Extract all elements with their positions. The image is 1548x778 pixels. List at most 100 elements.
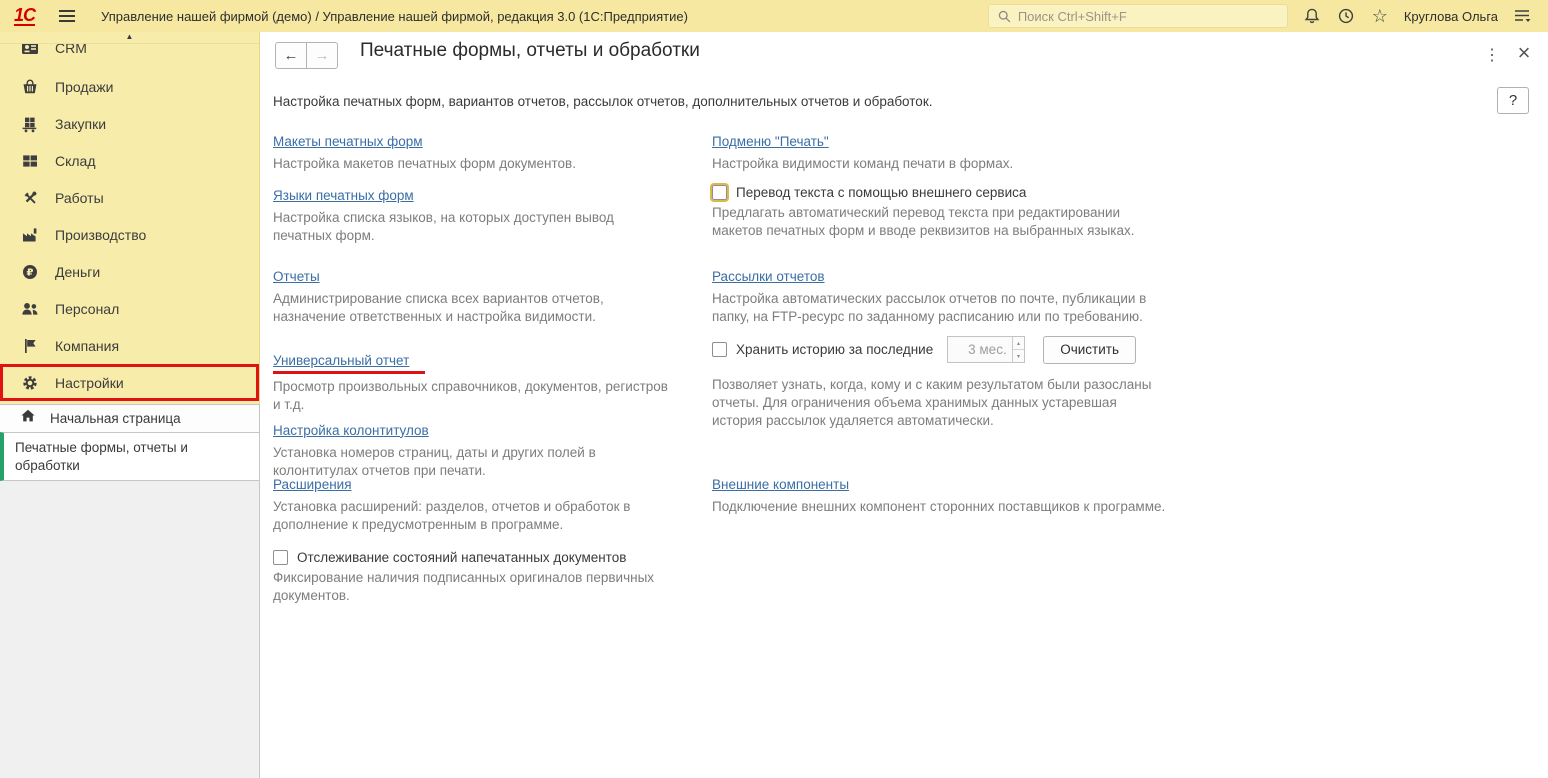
notifications-bell-icon[interactable] bbox=[1302, 6, 1322, 26]
sidebar-item-company[interactable]: Компания bbox=[0, 327, 259, 364]
universal-report-link[interactable]: Универсальный отчет bbox=[273, 353, 409, 368]
left-column: ▲ CRM Продажи Закупки Склад Работы Произ… bbox=[0, 32, 260, 778]
page-subtitle: Настройка печатных форм, вариантов отчет… bbox=[273, 94, 933, 109]
home-icon bbox=[20, 408, 36, 429]
sidebar-item-staff[interactable]: Персонал bbox=[0, 290, 259, 327]
mailing-history-desc: Позволяет узнать, когда, кому и с каким … bbox=[712, 376, 1152, 428]
back-button[interactable]: ← bbox=[275, 42, 307, 69]
sales-icon bbox=[20, 78, 40, 96]
svg-text:₽: ₽ bbox=[27, 267, 34, 278]
stepper-up-icon[interactable]: ▴ bbox=[1012, 337, 1025, 351]
1c-logo: 1С bbox=[14, 4, 36, 26]
sidebar-item-label: Работы bbox=[55, 189, 104, 206]
section-report-mailings: Рассылки отчетов Настройка автоматически… bbox=[712, 268, 1170, 326]
sidebar-item-label: Компания bbox=[55, 337, 120, 354]
doc-state-tracking-desc: Фиксирование наличия подписанных оригина… bbox=[273, 569, 655, 603]
history-period-input[interactable] bbox=[948, 337, 1012, 363]
history-period-stepper: ▴ ▾ bbox=[1011, 337, 1025, 363]
home-page-button[interactable]: Начальная страница bbox=[0, 404, 260, 432]
sidebar-item-label: CRM bbox=[55, 44, 87, 56]
sidebar-item-label: Настройки bbox=[55, 374, 124, 391]
text-translation-desc: Предлагать автоматический перевод текста… bbox=[712, 204, 1135, 238]
section-headers-footers: Настройка колонтитулов Установка номеров… bbox=[273, 422, 669, 480]
tab-label: Печатные формы, отчеты и обработки bbox=[15, 440, 188, 474]
section-print-form-languages: Языки печатных форм Настройка списка язы… bbox=[273, 187, 669, 245]
top-bar: 1С Управление нашей фирмой (демо) / Упра… bbox=[0, 0, 1548, 32]
stepper-down-icon[interactable]: ▾ bbox=[1013, 350, 1025, 362]
sidebar-item-money[interactable]: ₽ Деньги bbox=[0, 253, 259, 290]
text-translation-label: Перевод текста с помощью внешнего сервис… bbox=[736, 184, 1027, 200]
sidebar-item-label: Производство bbox=[55, 226, 147, 243]
print-submenu-desc: Настройка видимости команд печати в форм… bbox=[712, 156, 1014, 171]
search-input[interactable] bbox=[1017, 8, 1279, 24]
purchases-icon bbox=[20, 115, 40, 133]
section-extensions: Расширения Установка расширений: раздело… bbox=[273, 476, 669, 534]
report-mailings-desc: Настройка автоматических рассылок отчето… bbox=[712, 291, 1147, 324]
production-icon bbox=[20, 226, 40, 244]
clear-history-button[interactable]: Очистить bbox=[1043, 335, 1137, 364]
section-reports: Отчеты Администрирование списка всех вар… bbox=[273, 268, 669, 326]
staff-icon bbox=[20, 300, 40, 318]
global-search[interactable] bbox=[987, 4, 1288, 28]
text-translation-checkbox[interactable] bbox=[710, 182, 729, 202]
scroll-up-icon: ▲ bbox=[125, 32, 134, 41]
sections-scroll-up[interactable]: ▲ bbox=[0, 32, 259, 44]
sidebar-item-production[interactable]: Производство bbox=[0, 216, 259, 253]
money-icon: ₽ bbox=[20, 263, 40, 281]
print-form-languages-desc: Настройка списка языков, на которых дост… bbox=[273, 209, 614, 243]
print-form-templates-link[interactable]: Макеты печатных форм bbox=[273, 134, 423, 149]
sidebar-item-label: Продажи bbox=[55, 78, 114, 95]
open-window-tab[interactable]: Печатные формы, отчеты и обработки bbox=[0, 432, 260, 481]
keep-history-checkbox[interactable] bbox=[712, 342, 727, 358]
history-icon[interactable] bbox=[1336, 6, 1356, 26]
sidebar-item-crm[interactable]: CRM bbox=[0, 44, 259, 68]
company-icon bbox=[20, 337, 40, 355]
section-printed-doc-tracking: Отслеживание состояний напечатанных доку… bbox=[273, 549, 669, 605]
section-print-form-templates: Макеты печатных форм Настройка макетов п… bbox=[273, 133, 669, 173]
sidebar-item-purchases[interactable]: Закупки bbox=[0, 105, 259, 142]
headers-footers-link[interactable]: Настройка колонтитулов bbox=[273, 423, 429, 438]
history-period-field: ▴ ▾ bbox=[947, 336, 1026, 364]
section-external-components: Внешние компоненты Подключение внешних к… bbox=[712, 476, 1170, 516]
keep-history-label: Хранить историю за последние bbox=[736, 342, 934, 358]
section-text-translation: Перевод текста с помощью внешнего сервис… bbox=[710, 182, 1170, 240]
sidebar-item-works[interactable]: Работы bbox=[0, 179, 259, 216]
app-title: Управление нашей фирмой (демо) / Управле… bbox=[101, 8, 688, 24]
close-icon[interactable]: × bbox=[1515, 40, 1533, 66]
help-button[interactable]: ? bbox=[1497, 87, 1529, 114]
reports-desc: Администрирование списка всех вариантов … bbox=[273, 291, 604, 324]
print-form-templates-desc: Настройка макетов печатных форм документ… bbox=[273, 156, 576, 171]
print-submenu-link[interactable]: Подменю "Печать" bbox=[712, 134, 829, 149]
more-menu-icon[interactable]: ⋮ bbox=[1484, 45, 1500, 65]
settings-gear-icon bbox=[20, 374, 40, 392]
external-components-link[interactable]: Внешние компоненты bbox=[712, 477, 849, 492]
sidebar-item-label: Персонал bbox=[55, 300, 120, 317]
main-menu-icon[interactable] bbox=[59, 10, 76, 22]
universal-report-desc: Просмотр произвольных справочников, доку… bbox=[273, 378, 668, 412]
tab-panel-empty-area bbox=[0, 481, 260, 778]
current-user[interactable]: Круглова Ольга bbox=[1404, 9, 1498, 24]
sidebar-item-sales[interactable]: Продажи bbox=[0, 68, 259, 105]
home-page-label: Начальная страница bbox=[50, 411, 181, 426]
doc-state-tracking-label: Отслеживание состояний напечатанных доку… bbox=[297, 549, 627, 565]
user-menu-arrow-icon[interactable] bbox=[1512, 6, 1532, 26]
favorites-star-icon[interactable]: ☆ bbox=[1370, 6, 1390, 26]
sections-panel: ▲ CRM Продажи Закупки Склад Работы Произ… bbox=[0, 32, 260, 404]
extensions-desc: Установка расширений: разделов, отчетов … bbox=[273, 499, 631, 532]
reports-link[interactable]: Отчеты bbox=[273, 269, 320, 284]
doc-state-tracking-checkbox[interactable] bbox=[273, 549, 288, 565]
crm-icon bbox=[20, 44, 40, 57]
warehouse-icon bbox=[20, 152, 40, 170]
print-form-languages-link[interactable]: Языки печатных форм bbox=[273, 188, 414, 203]
section-print-submenu: Подменю "Печать" Настройка видимости ком… bbox=[712, 133, 1170, 173]
search-icon bbox=[998, 10, 1011, 22]
section-universal-report: Универсальный отчет Просмотр произвольны… bbox=[273, 352, 669, 414]
sidebar-item-label: Закупки bbox=[55, 115, 107, 132]
extensions-link[interactable]: Расширения bbox=[273, 477, 352, 492]
sidebar-item-settings[interactable]: Настройки bbox=[0, 364, 259, 401]
page-title: Печатные формы, отчеты и обработки bbox=[360, 40, 700, 61]
report-mailings-link[interactable]: Рассылки отчетов bbox=[712, 269, 825, 284]
forward-button[interactable]: → bbox=[306, 42, 338, 69]
sidebar-item-warehouse[interactable]: Склад bbox=[0, 142, 259, 179]
sidebar-item-label: Склад bbox=[55, 152, 96, 169]
